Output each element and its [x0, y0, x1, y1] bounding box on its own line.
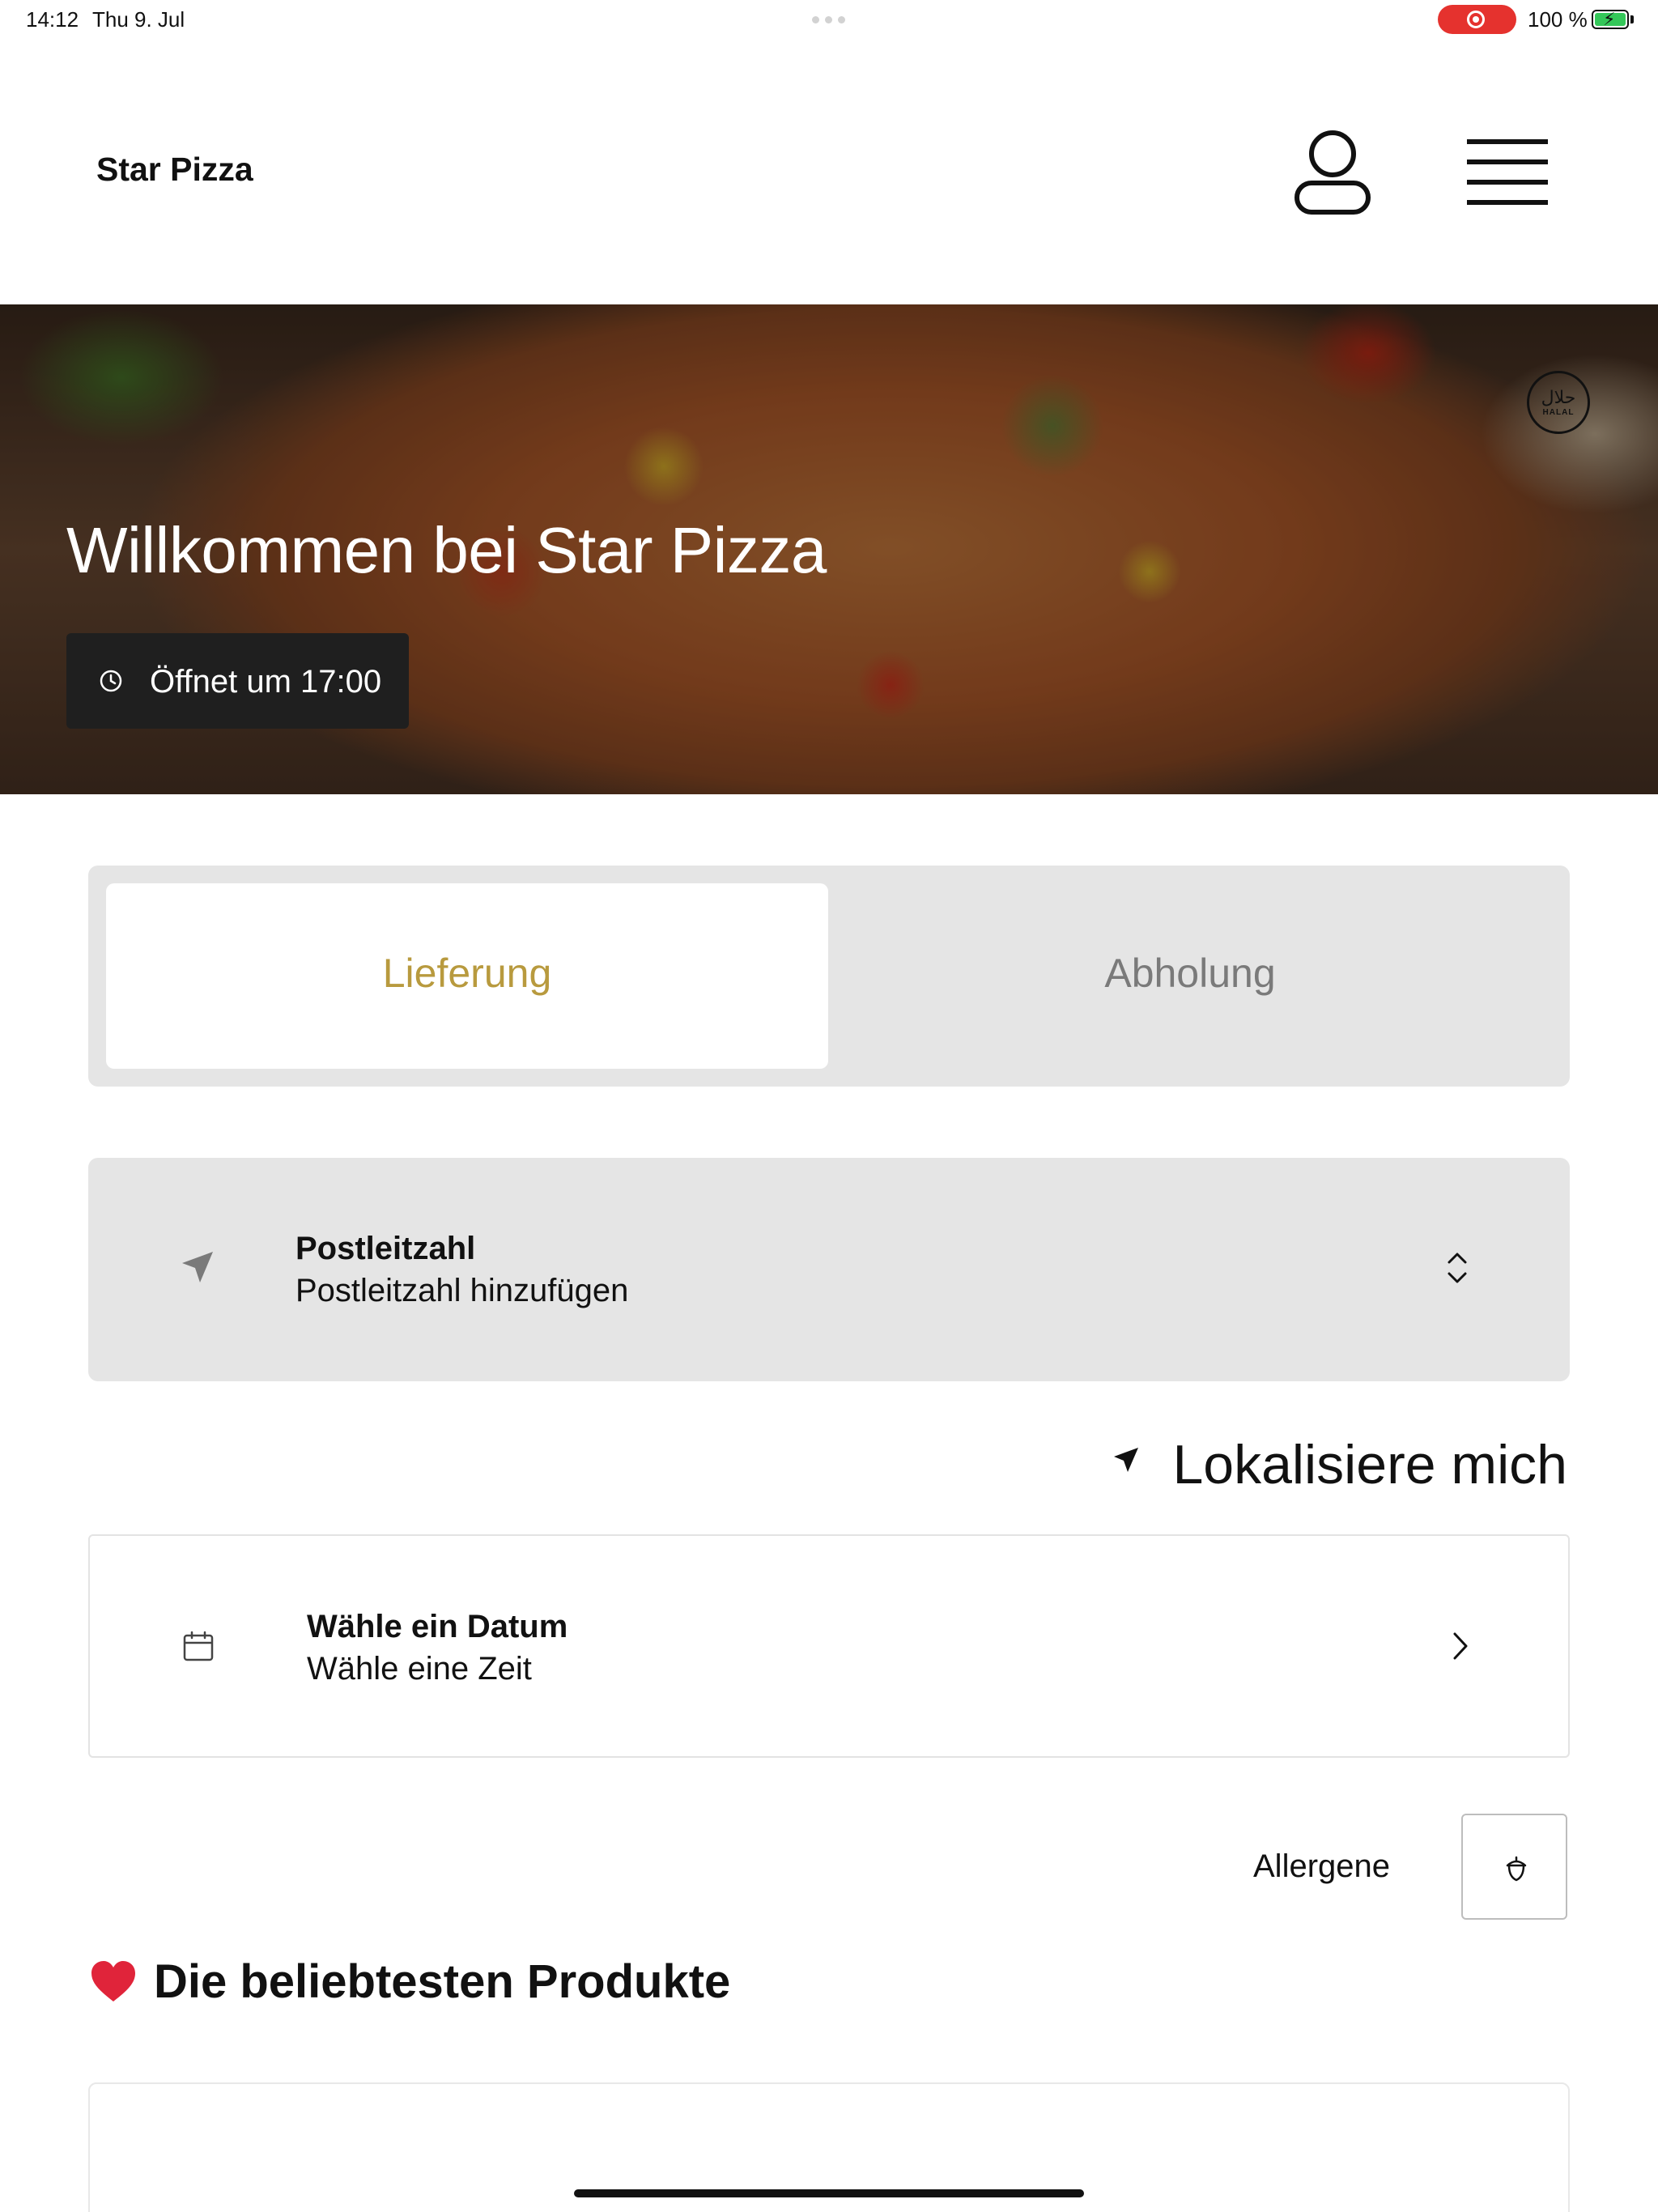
locate-me-button[interactable]: Lokalisiere mich	[1111, 1428, 1569, 1495]
date-time-selector[interactable]: Wähle ein Datum Wähle eine Zeit	[88, 1534, 1570, 1758]
acorn-icon	[1506, 1856, 1527, 1882]
battery-tip	[1630, 15, 1634, 23]
opening-hours-badge: Öffnet um 17:00	[66, 633, 409, 729]
hero-banner: حلال HALAL Willkommen bei Star Pizza Öff…	[0, 304, 1658, 794]
allergene-button[interactable]	[1461, 1814, 1567, 1920]
menu-icon[interactable]	[1467, 138, 1548, 206]
screen-recording-icon[interactable]	[1438, 5, 1516, 34]
chevron-right-icon	[1453, 1632, 1468, 1660]
tab-abholung[interactable]: Abholung	[828, 883, 1552, 1069]
popular-products-heading: Die beliebtesten Produkte	[89, 1955, 730, 2009]
halal-badge-label: HALAL	[1542, 407, 1575, 417]
brand-name[interactable]: Star Pizza	[96, 151, 253, 189]
chevron-up-down-icon	[1448, 1253, 1467, 1283]
calendar-icon	[183, 1631, 214, 1661]
multitasking-dots-icon[interactable]	[812, 16, 845, 23]
tab-lieferung-label: Lieferung	[382, 951, 552, 996]
home-indicator[interactable]	[574, 2189, 1084, 2197]
heart-icon	[91, 1960, 135, 2001]
halal-badge-arabic: حلال	[1541, 387, 1576, 408]
popular-products-title: Die beliebtesten Produkte	[154, 1955, 731, 2008]
user-icon[interactable]	[1294, 126, 1371, 217]
clock-icon	[100, 670, 122, 692]
battery-icon: ⚡	[1592, 10, 1629, 29]
status-bar: 14:12 Thu 9. Jul 100 % ⚡	[0, 0, 1658, 39]
time-subtitle: Wähle eine Zeit	[307, 1651, 532, 1687]
tab-lieferung[interactable]: Lieferung	[106, 883, 828, 1069]
order-mode-switch: Lieferung Abholung	[88, 866, 1570, 1087]
postcode-selector[interactable]: Postleitzahl Postleitzahl hinzufügen	[88, 1158, 1570, 1381]
location-arrow-icon	[1114, 1448, 1138, 1472]
status-time: 14:12	[26, 7, 79, 32]
hero-title: Willkommen bei Star Pizza	[66, 514, 827, 586]
opening-hours-text: Öffnet um 17:00	[150, 664, 382, 700]
postcode-title: Postleitzahl	[295, 1231, 476, 1266]
location-arrow-icon	[182, 1252, 213, 1283]
postcode-placeholder: Postleitzahl hinzufügen	[295, 1273, 629, 1308]
locate-me-label: Lokalisiere mich	[1172, 1434, 1567, 1495]
allergene-label: Allergene	[1253, 1848, 1391, 1884]
date-title: Wähle ein Datum	[307, 1609, 568, 1644]
status-date: Thu 9. Jul	[92, 7, 185, 32]
tab-abholung-label: Abholung	[1104, 951, 1276, 996]
app-page: 14:12 Thu 9. Jul 100 % ⚡ Star Pizza حلال…	[0, 0, 1658, 2212]
halal-badge-icon: حلال HALAL	[1527, 371, 1590, 434]
battery-percentage: 100 %	[1528, 7, 1588, 32]
